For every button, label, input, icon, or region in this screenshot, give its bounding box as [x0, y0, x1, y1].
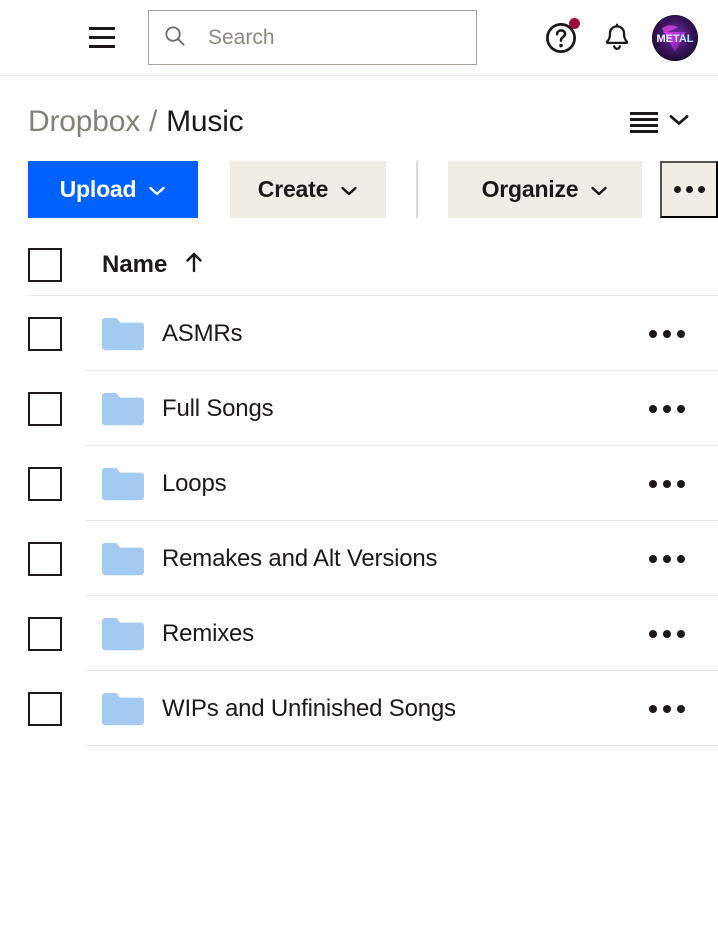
toolbar-divider	[416, 160, 418, 218]
folder-icon	[102, 617, 144, 651]
row-checkbox[interactable]	[28, 691, 62, 726]
dot	[663, 629, 671, 638]
dot	[663, 329, 671, 338]
file-rows: ASMRs Full Songs Loops Remakes and Alt V…	[0, 296, 718, 746]
menu-line	[89, 27, 115, 30]
action-toolbar: Upload Create Organize	[0, 140, 718, 220]
view-options-button[interactable]	[630, 111, 690, 133]
dot	[663, 554, 671, 563]
folder-icon	[102, 692, 144, 726]
sort-ascending-icon	[183, 250, 205, 281]
dot	[649, 629, 657, 638]
dot	[663, 404, 671, 413]
organize-button[interactable]: Organize	[448, 160, 642, 218]
list-line	[630, 129, 658, 133]
row-checkbox[interactable]	[28, 391, 62, 426]
search-input[interactable]	[208, 25, 462, 50]
row-more-actions-button[interactable]	[644, 386, 690, 432]
dot	[649, 329, 657, 338]
breadcrumb-separator: /	[149, 105, 158, 138]
help-notification-badge	[569, 17, 580, 29]
folder-icon	[102, 392, 144, 426]
chevron-down-icon	[590, 176, 608, 203]
dot	[663, 704, 671, 713]
more-actions-button[interactable]	[660, 160, 718, 218]
upload-button-label: Upload	[59, 175, 137, 202]
dot	[649, 704, 657, 713]
dot	[677, 629, 685, 638]
help-question-icon[interactable]	[540, 17, 582, 59]
row-more-actions-button[interactable]	[644, 611, 690, 657]
file-name[interactable]: Remixes	[162, 620, 254, 648]
chevron-down-icon	[668, 113, 690, 132]
dot	[677, 479, 685, 488]
menu-line	[89, 36, 115, 39]
avatar-text: METAL	[656, 33, 693, 45]
file-name[interactable]: WIPs and Unfinished Songs	[162, 695, 456, 723]
list-line	[630, 123, 658, 127]
chevron-down-icon	[148, 176, 166, 203]
avatar[interactable]: METAL	[652, 14, 698, 61]
dot	[649, 479, 657, 488]
breadcrumb-current: Music	[166, 105, 244, 138]
table-row[interactable]: WIPs and Unfinished Songs	[0, 671, 718, 746]
dot	[685, 185, 693, 193]
dot	[677, 554, 685, 563]
column-header-name-label: Name	[102, 251, 168, 278]
list-line	[630, 111, 658, 115]
table-row[interactable]: Remakes and Alt Versions	[0, 521, 718, 596]
hamburger-menu-icon[interactable]	[82, 18, 122, 58]
topbar-actions: METAL	[540, 14, 698, 61]
row-more-actions-button[interactable]	[644, 686, 690, 732]
dot	[677, 404, 685, 413]
file-name[interactable]: Remakes and Alt Versions	[162, 545, 438, 573]
folder-icon	[102, 317, 144, 351]
breadcrumb-root[interactable]: Dropbox	[28, 105, 140, 139]
row-more-actions-button[interactable]	[644, 536, 690, 582]
row-divider	[85, 745, 718, 746]
upload-button[interactable]: Upload	[28, 160, 198, 218]
dot	[649, 404, 657, 413]
row-more-actions-button[interactable]	[644, 311, 690, 357]
row-more-actions-button[interactable]	[644, 461, 690, 507]
grid-apps-icon[interactable]	[26, 18, 66, 58]
folder-icon	[102, 542, 144, 576]
breadcrumb: Dropbox / Music	[0, 76, 718, 140]
dot	[697, 185, 705, 193]
table-row[interactable]: ASMRs	[0, 296, 718, 371]
row-checkbox[interactable]	[28, 466, 62, 501]
file-name[interactable]: Full Songs	[162, 395, 274, 423]
search-box[interactable]	[148, 10, 477, 65]
list-view-icon	[630, 111, 658, 133]
file-list-header: Name	[0, 234, 718, 296]
list-line	[630, 117, 658, 121]
dot	[677, 704, 685, 713]
top-navigation-bar: METAL	[0, 0, 718, 76]
row-checkbox[interactable]	[28, 541, 62, 576]
table-row[interactable]: Remixes	[0, 596, 718, 671]
search-icon	[163, 24, 186, 52]
row-checkbox[interactable]	[28, 316, 62, 351]
menu-line	[89, 45, 115, 48]
folder-icon	[102, 467, 144, 501]
dot	[663, 479, 671, 488]
bell-icon[interactable]	[596, 17, 638, 59]
file-name[interactable]: Loops	[162, 470, 227, 498]
create-button[interactable]: Create	[230, 160, 386, 218]
select-all-checkbox[interactable]	[28, 248, 62, 282]
chevron-down-icon	[340, 176, 358, 203]
create-button-label: Create	[257, 175, 329, 202]
table-row[interactable]: Full Songs	[0, 371, 718, 446]
organize-button-label: Organize	[481, 175, 579, 202]
dot	[649, 554, 657, 563]
table-row[interactable]: Loops	[0, 446, 718, 521]
dot	[677, 329, 685, 338]
file-name[interactable]: ASMRs	[162, 320, 243, 348]
dot	[673, 185, 681, 193]
column-header-name[interactable]: Name	[102, 250, 205, 281]
ellipsis-icon	[673, 185, 705, 193]
row-checkbox[interactable]	[28, 616, 62, 651]
file-list: Name ASMRs Full Songs Loops Remakes and …	[0, 234, 718, 746]
